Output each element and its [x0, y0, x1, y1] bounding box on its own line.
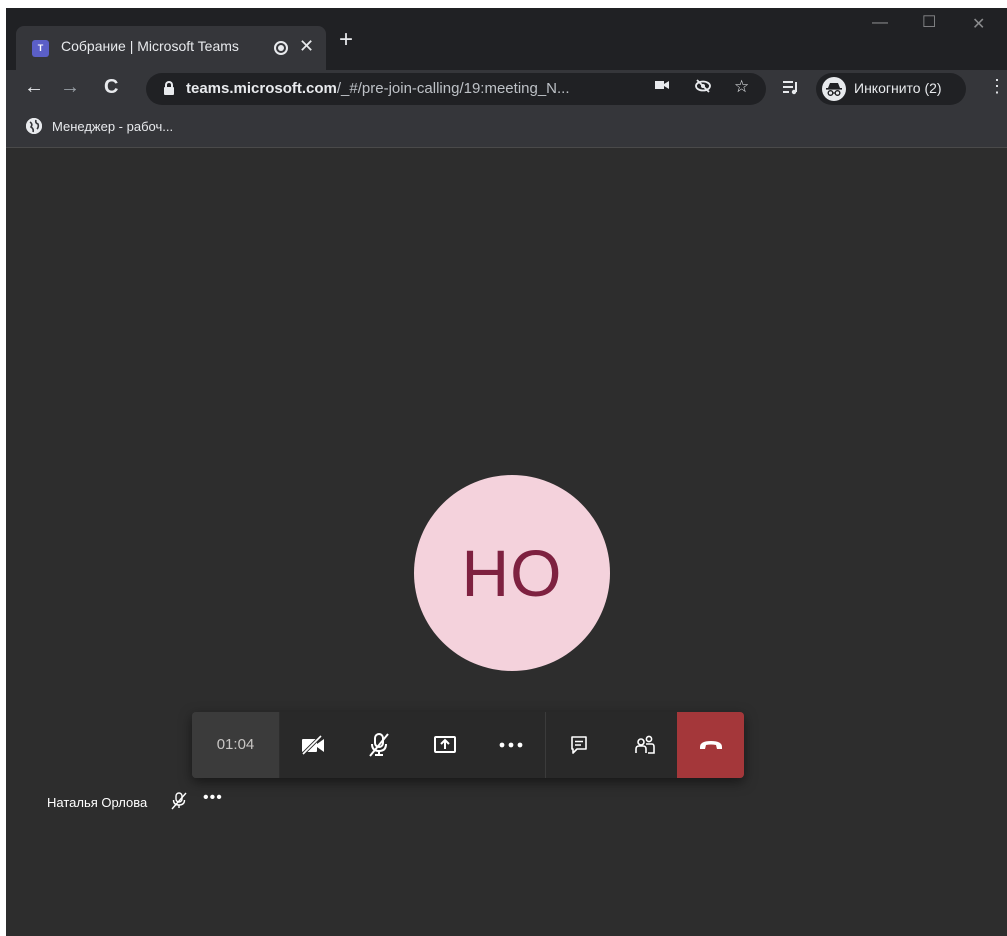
maximize-icon[interactable]: ☐: [922, 12, 936, 32]
tab-teams-meeting[interactable]: T Собрание | Microsoft Teams ✕: [16, 26, 326, 70]
browser-window: T Собрание | Microsoft Teams ✕ + — ☐ ✕ ←…: [6, 8, 1007, 936]
chat-button[interactable]: [546, 712, 612, 778]
globe-icon: [26, 118, 42, 134]
media-controls-group: [280, 712, 545, 778]
tab-title: Собрание | Microsoft Teams: [61, 38, 239, 54]
incognito-icon: [822, 77, 846, 101]
tracking-blocked-icon[interactable]: [694, 78, 712, 98]
participant-more-options[interactable]: •••: [203, 789, 223, 807]
new-tab-button[interactable]: +: [339, 28, 353, 52]
tab-strip: T Собрание | Microsoft Teams ✕ + — ☐ ✕: [6, 8, 1007, 70]
people-icon: [635, 735, 655, 754]
more-actions-button[interactable]: [478, 712, 544, 778]
address-bar[interactable]: teams.microsoft.com/_#/pre-join-calling/…: [146, 73, 766, 105]
call-controls-bar: 01:04: [192, 712, 744, 778]
share-screen-icon: [434, 736, 456, 753]
back-arrow-icon[interactable]: ←: [24, 76, 44, 99]
chat-icon: [571, 736, 587, 754]
camera-in-use-icon[interactable]: [654, 78, 670, 96]
bookmarks-bar: Менеджер - рабоч...: [6, 108, 1007, 148]
bookmark-item[interactable]: Менеджер - рабоч...: [52, 119, 173, 134]
meeting-stage: НО 01:04 Наталья Орлова •••: [6, 149, 1007, 936]
participants-button[interactable]: [612, 712, 678, 778]
participant-name: Наталья Орлова: [47, 795, 148, 810]
url-text[interactable]: teams.microsoft.com/_#/pre-join-calling/…: [186, 80, 570, 97]
profile-label: Инкогнито (2): [854, 80, 942, 96]
browser-toolbar: ← → C teams.microsoft.com/_#/pre-join-ca…: [6, 70, 1007, 108]
microphone-muted-button[interactable]: [346, 712, 412, 778]
teams-icon: T: [32, 40, 49, 57]
forward-arrow-icon[interactable]: →: [60, 76, 80, 99]
call-timer: 01:04: [192, 712, 280, 778]
participant-avatar: НО: [414, 475, 610, 671]
panel-controls-group: [545, 712, 677, 778]
lock-icon[interactable]: [164, 81, 174, 95]
hang-up-button[interactable]: [677, 712, 744, 778]
close-window-icon[interactable]: ✕: [972, 14, 985, 34]
bookmark-star-icon[interactable]: ☆: [734, 77, 749, 97]
microphone-off-icon: [171, 792, 187, 815]
reading-list-icon[interactable]: [782, 78, 800, 101]
close-tab-icon[interactable]: ✕: [299, 36, 314, 57]
incognito-profile-button[interactable]: Инкогнито (2): [816, 73, 966, 105]
recording-indicator-icon: [274, 41, 288, 55]
microphone-off-icon: [369, 733, 389, 757]
page-top-strip: [0, 0, 1007, 8]
browser-menu-icon[interactable]: ⋮: [988, 76, 1006, 97]
reload-icon[interactable]: C: [104, 76, 118, 99]
phone-hangup-icon: [699, 741, 722, 749]
share-screen-button[interactable]: [412, 712, 478, 778]
camera-off-icon: [300, 734, 324, 756]
camera-off-button[interactable]: [280, 712, 346, 778]
minimize-icon[interactable]: —: [872, 14, 888, 32]
ellipsis-icon: [499, 742, 523, 748]
